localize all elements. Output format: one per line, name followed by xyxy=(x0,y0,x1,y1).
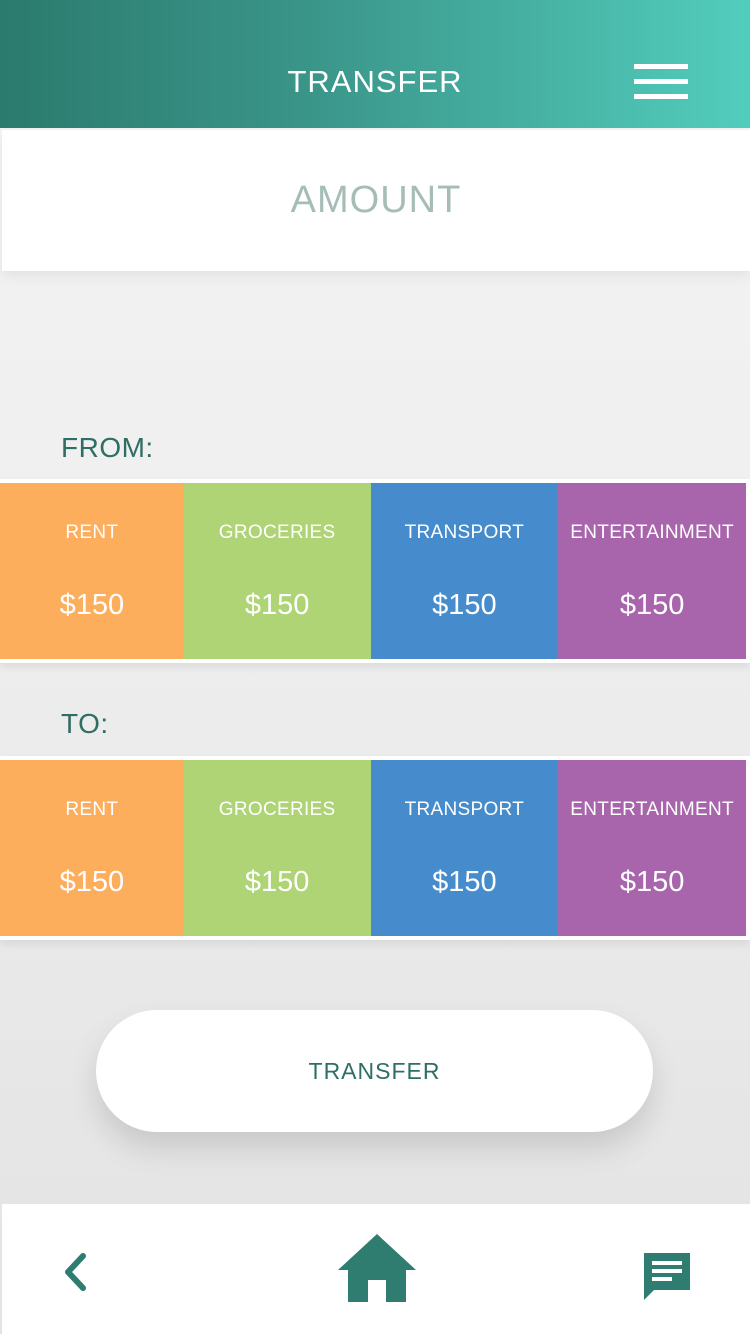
app-header: TRANSFER xyxy=(0,0,750,128)
category-name: ENTERTAINMENT xyxy=(570,799,734,820)
hamburger-menu-icon xyxy=(634,64,688,69)
category-name: TRANSPORT xyxy=(404,799,525,820)
amount-input[interactable] xyxy=(2,130,750,271)
back-button[interactable] xyxy=(57,1248,97,1296)
from-label: FROM: xyxy=(61,432,154,463)
category-name: GROCERIES xyxy=(218,799,336,820)
category-amount: $150 xyxy=(59,866,125,898)
transfer-button[interactable]: TRANSFER xyxy=(96,1010,653,1132)
from-category-groceries[interactable]: GROCERIES $150 xyxy=(183,483,371,659)
home-button[interactable] xyxy=(336,1232,418,1304)
to-label: TO: xyxy=(61,708,109,739)
from-category-transport[interactable]: TRANSPORT $150 xyxy=(370,483,559,659)
to-category-row: RENT $150 GROCERIES $150 TRANSPORT $150 … xyxy=(0,756,750,940)
category-amount: $150 xyxy=(619,866,685,898)
home-icon xyxy=(338,1234,416,1302)
category-name: RENT xyxy=(65,522,119,543)
bottom-nav xyxy=(2,1204,750,1334)
from-category-rent[interactable]: RENT $150 xyxy=(0,483,184,659)
category-amount: $150 xyxy=(244,866,310,898)
category-amount: $150 xyxy=(619,589,685,621)
category-name: TRANSPORT xyxy=(404,522,525,543)
to-category-groceries[interactable]: GROCERIES $150 xyxy=(183,760,371,936)
category-name: GROCERIES xyxy=(218,522,336,543)
transfer-button-label: TRANSFER xyxy=(308,1057,441,1084)
from-category-entertainment[interactable]: ENTERTAINMENT $150 xyxy=(558,483,746,659)
to-category-rent[interactable]: RENT $150 xyxy=(0,760,184,936)
category-amount: $150 xyxy=(432,589,497,621)
chat-button[interactable] xyxy=(640,1250,694,1304)
from-category-row: RENT $150 GROCERIES $150 TRANSPORT $150 … xyxy=(0,479,750,663)
category-amount: $150 xyxy=(244,589,310,621)
to-category-transport[interactable]: TRANSPORT $150 xyxy=(370,760,559,936)
amount-field-container xyxy=(2,130,750,271)
menu-button[interactable] xyxy=(630,60,692,104)
chevron-left-icon xyxy=(65,1253,86,1291)
category-name: ENTERTAINMENT xyxy=(570,522,734,543)
to-category-entertainment[interactable]: ENTERTAINMENT $150 xyxy=(558,760,746,936)
category-amount: $150 xyxy=(432,866,497,898)
category-amount: $150 xyxy=(59,589,125,621)
category-name: RENT xyxy=(65,799,119,820)
chat-icon xyxy=(644,1253,690,1300)
